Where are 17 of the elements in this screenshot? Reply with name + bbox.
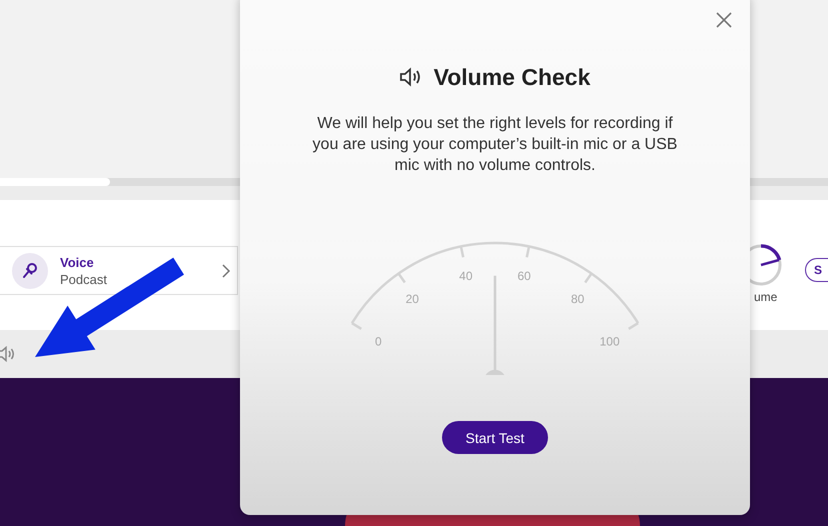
- item-title: Voice: [60, 254, 95, 270]
- dialog-description: We will help you set the right levels for recording if you are using your computer’s built-in mic or a USB mic with no volume controls.: [312, 114, 678, 176]
- microphone-icon: [12, 252, 48, 288]
- speaker-icon[interactable]: [0, 346, 16, 362]
- meter-label: 0: [375, 334, 382, 349]
- item-subtitle: Podcast: [60, 272, 108, 286]
- dialog-title: Volume Check: [434, 64, 590, 90]
- dial-label: ume: [754, 290, 778, 304]
- meter-label: 60: [517, 269, 531, 283]
- meter-label: 40: [459, 269, 473, 283]
- close-button[interactable]: [716, 12, 732, 28]
- chevron-icon: [222, 264, 231, 278]
- meter-label: 20: [406, 292, 419, 306]
- start-test-button[interactable]: Start Test: [442, 421, 548, 454]
- meter-label: 80: [571, 292, 584, 306]
- pill-button[interactable]: S: [804, 258, 828, 282]
- meter-label: 100: [600, 334, 620, 349]
